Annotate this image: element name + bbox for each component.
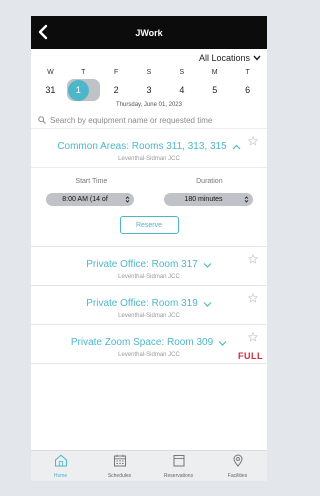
tab-reservations[interactable]: Reservations	[149, 451, 208, 481]
day-name: M	[211, 69, 218, 76]
reserve-button[interactable]: Reserve	[119, 216, 179, 234]
clipboard-icon	[173, 455, 184, 467]
tab-label: Reservations	[163, 473, 194, 479]
full-status-badge: FULL	[238, 351, 263, 361]
day-name: S	[146, 69, 152, 76]
star-icon[interactable]	[248, 332, 258, 342]
room-card[interactable]: Common Areas: Rooms 311, 313, 315 Levent…	[31, 129, 267, 247]
room-title: Common Areas: Rooms 311, 313, 315	[57, 141, 227, 152]
day-name: T	[81, 69, 86, 76]
week-calendar: W 31 T 1 F 2 S 3 S 4 M 5 T 6	[31, 67, 267, 101]
duration-value: 180 minutes	[184, 196, 223, 203]
day-name: F	[114, 69, 119, 76]
start-time-value: 8:00 AM (14 of	[62, 196, 108, 203]
room-card[interactable]: Private Office: Room 317 Leventhal-Sidma…	[31, 247, 267, 286]
tab-label: Facilities	[227, 473, 248, 479]
calendar-day[interactable]: W 31	[34, 67, 67, 101]
room-card[interactable]: Private Zoom Space: Room 309 Leventhal-S…	[31, 325, 267, 364]
tab-facilities[interactable]: Facilities	[208, 451, 267, 481]
day-number: 31	[45, 85, 56, 95]
calendar-day[interactable]: M 5	[198, 67, 231, 101]
star-icon[interactable]	[248, 254, 258, 264]
star-icon[interactable]	[248, 136, 258, 146]
day-number: 1	[67, 79, 89, 101]
selected-date: Thursday, June 01, 2023	[116, 102, 182, 108]
room-card[interactable]: Private Office: Room 319 Leventhal-Sidma…	[31, 286, 267, 325]
top-bar: JWork	[31, 16, 267, 49]
chevron-down-icon[interactable]	[203, 301, 212, 307]
day-name: W	[47, 69, 54, 76]
chevron-left-icon[interactable]	[36, 23, 50, 41]
search-placeholder: Search by equipment name or requested ti…	[50, 115, 213, 125]
calendar-icon	[113, 454, 126, 467]
day-number: 6	[245, 85, 251, 95]
day-number: 4	[179, 85, 185, 95]
app-screen: JWork All Locations W 31 T 1 F 2 S 3 S 4…	[31, 16, 267, 481]
duration-label: Duration	[196, 178, 223, 185]
select-caret-icon	[244, 196, 249, 203]
calendar-day[interactable]: T 6	[231, 67, 264, 101]
tab-label: Home	[53, 473, 68, 479]
chevron-down-icon[interactable]	[218, 340, 227, 346]
tab-home[interactable]: Home	[31, 451, 90, 481]
room-title: Private Zoom Space: Room 309	[70, 337, 214, 348]
day-number: 2	[113, 85, 119, 95]
day-name: S	[179, 69, 185, 76]
location-filter[interactable]: All Locations	[31, 49, 267, 66]
room-title: Private Office: Room 319	[86, 298, 198, 309]
day-number: 3	[146, 85, 152, 95]
duration-select[interactable]: 180 minutes	[164, 193, 253, 206]
calendar-day[interactable]: S 4	[165, 67, 198, 101]
room-title: Private Office: Room 317	[86, 259, 198, 270]
calendar-day[interactable]: F 2	[100, 67, 133, 101]
room-location: Leventhal-Sidman JCC	[118, 274, 180, 280]
tab-schedules[interactable]: Schedules	[90, 451, 149, 481]
start-time-select[interactable]: 8:00 AM (14 of	[46, 193, 134, 206]
chevron-down-icon	[253, 55, 261, 61]
select-caret-icon	[125, 196, 130, 203]
room-location: Leventhal-Sidman JCC	[118, 313, 180, 319]
start-time-label: Start Time	[75, 178, 108, 185]
chevron-up-icon[interactable]	[232, 144, 241, 150]
app-title: JWork	[135, 27, 163, 38]
star-icon[interactable]	[248, 293, 258, 303]
tab-label: Schedules	[107, 473, 132, 479]
search-icon	[38, 116, 46, 124]
location-filter-label: All Locations	[198, 52, 250, 63]
calendar-day-selected[interactable]: T 1	[66, 67, 100, 101]
map-pin-icon	[232, 454, 243, 467]
calendar-day[interactable]: S 3	[133, 67, 166, 101]
home-icon	[54, 454, 67, 467]
room-location: Leventhal-Sidman JCC	[118, 156, 180, 162]
chevron-down-icon[interactable]	[203, 262, 212, 268]
day-name: T	[245, 69, 250, 76]
search-bar[interactable]: Search by equipment name or requested ti…	[31, 112, 267, 129]
room-location: Leventhal-Sidman JCC	[118, 352, 180, 358]
bottom-tab-bar: Home Schedules Reservations Facilities	[31, 450, 267, 481]
day-number: 5	[212, 85, 218, 95]
